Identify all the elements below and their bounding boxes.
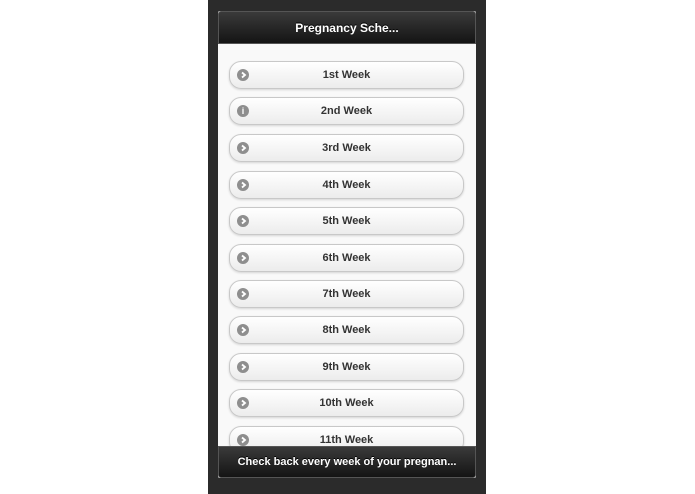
week-item-6[interactable]: 6th Week (229, 244, 464, 272)
arrow-right-icon (237, 252, 249, 264)
app-screen: Pregnancy Sche... 1st Week i 2nd Week 3r… (218, 11, 476, 478)
week-label: 2nd Week (320, 105, 373, 117)
week-item-5[interactable]: 5th Week (229, 207, 464, 235)
footer-bar: Check back every week of your pregnan... (218, 446, 476, 478)
week-item-1[interactable]: 1st Week (229, 61, 464, 89)
week-list[interactable]: 1st Week i 2nd Week 3rd Week 4th Week 5t… (218, 44, 476, 446)
arrow-right-icon (237, 434, 249, 446)
week-label: 8th Week (322, 324, 371, 336)
week-item-8[interactable]: 8th Week (229, 316, 464, 344)
arrow-right-icon (237, 142, 249, 154)
header-bar: Pregnancy Sche... (218, 11, 476, 44)
week-item-4[interactable]: 4th Week (229, 171, 464, 199)
arrow-right-icon (237, 397, 249, 409)
week-item-10[interactable]: 10th Week (229, 389, 464, 417)
week-item-9[interactable]: 9th Week (229, 353, 464, 381)
week-label: 4th Week (322, 179, 371, 191)
footer-message: Check back every week of your pregnan... (237, 456, 457, 468)
arrow-right-icon (237, 361, 249, 373)
week-label: 5th Week (322, 215, 371, 227)
arrow-right-icon (237, 69, 249, 81)
week-label: 11th Week (319, 434, 374, 446)
page-title: Pregnancy Sche... (295, 20, 399, 35)
arrow-right-icon (237, 324, 249, 336)
week-item-11[interactable]: 11th Week (229, 426, 464, 446)
week-item-7[interactable]: 7th Week (229, 280, 464, 308)
week-item-3[interactable]: 3rd Week (229, 134, 464, 162)
arrow-right-icon (237, 215, 249, 227)
info-icon: i (237, 105, 249, 117)
arrow-right-icon (237, 288, 249, 300)
week-label: 10th Week (319, 397, 374, 409)
week-label: 9th Week (322, 361, 371, 373)
arrow-right-icon (237, 179, 249, 191)
week-label: 6th Week (322, 252, 371, 264)
week-item-2[interactable]: i 2nd Week (229, 97, 464, 125)
week-label: 7th Week (322, 288, 371, 300)
week-label: 1st Week (322, 69, 371, 81)
phone-frame: Pregnancy Sche... 1st Week i 2nd Week 3r… (208, 0, 486, 494)
week-label: 3rd Week (322, 142, 371, 154)
